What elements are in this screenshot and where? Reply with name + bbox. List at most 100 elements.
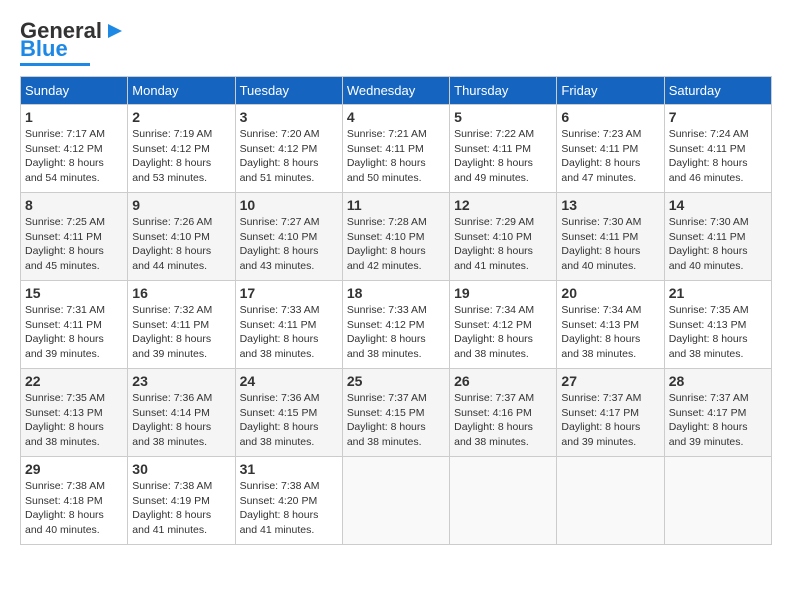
day-number: 8 (25, 197, 123, 213)
calendar-week-row: 15 Sunrise: 7:31 AM Sunset: 4:11 PM Dayl… (21, 281, 772, 369)
sunset-label: Sunset: 4:11 PM (454, 143, 531, 155)
sunset-label: Sunset: 4:10 PM (132, 231, 210, 243)
day-info: Sunrise: 7:28 AM Sunset: 4:10 PM Dayligh… (347, 215, 445, 274)
day-number: 11 (347, 197, 445, 213)
column-header-sunday: Sunday (21, 77, 128, 105)
daylight-label: Daylight: 8 hours and 50 minutes. (347, 157, 426, 184)
calendar-cell: 9 Sunrise: 7:26 AM Sunset: 4:10 PM Dayli… (128, 193, 235, 281)
day-number: 21 (669, 285, 767, 301)
sunrise-label: Sunrise: 7:37 AM (561, 392, 641, 404)
day-number: 13 (561, 197, 659, 213)
day-info: Sunrise: 7:31 AM Sunset: 4:11 PM Dayligh… (25, 303, 123, 362)
day-number: 18 (347, 285, 445, 301)
daylight-label: Daylight: 8 hours and 38 minutes. (669, 333, 748, 360)
sunrise-label: Sunrise: 7:27 AM (240, 216, 320, 228)
sunset-label: Sunset: 4:13 PM (669, 319, 747, 331)
day-number: 3 (240, 109, 338, 125)
calendar-cell: 31 Sunrise: 7:38 AM Sunset: 4:20 PM Dayl… (235, 457, 342, 545)
sunset-label: Sunset: 4:10 PM (347, 231, 425, 243)
sunrise-label: Sunrise: 7:29 AM (454, 216, 534, 228)
sunset-label: Sunset: 4:16 PM (454, 407, 532, 419)
daylight-label: Daylight: 8 hours and 41 minutes. (454, 245, 533, 272)
calendar-cell: 1 Sunrise: 7:17 AM Sunset: 4:12 PM Dayli… (21, 105, 128, 193)
day-info: Sunrise: 7:38 AM Sunset: 4:18 PM Dayligh… (25, 479, 123, 538)
day-number: 6 (561, 109, 659, 125)
calendar-cell (342, 457, 449, 545)
day-info: Sunrise: 7:32 AM Sunset: 4:11 PM Dayligh… (132, 303, 230, 362)
day-info: Sunrise: 7:33 AM Sunset: 4:11 PM Dayligh… (240, 303, 338, 362)
day-info: Sunrise: 7:38 AM Sunset: 4:19 PM Dayligh… (132, 479, 230, 538)
calendar-cell: 13 Sunrise: 7:30 AM Sunset: 4:11 PM Dayl… (557, 193, 664, 281)
sunset-label: Sunset: 4:11 PM (240, 319, 317, 331)
day-number: 28 (669, 373, 767, 389)
calendar-cell: 23 Sunrise: 7:36 AM Sunset: 4:14 PM Dayl… (128, 369, 235, 457)
sunset-label: Sunset: 4:10 PM (240, 231, 318, 243)
sunset-label: Sunset: 4:15 PM (347, 407, 425, 419)
column-header-thursday: Thursday (450, 77, 557, 105)
calendar-cell: 24 Sunrise: 7:36 AM Sunset: 4:15 PM Dayl… (235, 369, 342, 457)
day-info: Sunrise: 7:25 AM Sunset: 4:11 PM Dayligh… (25, 215, 123, 274)
day-number: 7 (669, 109, 767, 125)
calendar-cell: 29 Sunrise: 7:38 AM Sunset: 4:18 PM Dayl… (21, 457, 128, 545)
day-number: 23 (132, 373, 230, 389)
calendar-cell: 12 Sunrise: 7:29 AM Sunset: 4:10 PM Dayl… (450, 193, 557, 281)
day-info: Sunrise: 7:34 AM Sunset: 4:12 PM Dayligh… (454, 303, 552, 362)
day-info: Sunrise: 7:24 AM Sunset: 4:11 PM Dayligh… (669, 127, 767, 186)
calendar-cell: 14 Sunrise: 7:30 AM Sunset: 4:11 PM Dayl… (664, 193, 771, 281)
calendar-cell: 22 Sunrise: 7:35 AM Sunset: 4:13 PM Dayl… (21, 369, 128, 457)
day-info: Sunrise: 7:36 AM Sunset: 4:14 PM Dayligh… (132, 391, 230, 450)
sunrise-label: Sunrise: 7:30 AM (669, 216, 749, 228)
day-number: 16 (132, 285, 230, 301)
logo-arrow-icon (104, 20, 126, 42)
sunrise-label: Sunrise: 7:37 AM (669, 392, 749, 404)
calendar-cell: 16 Sunrise: 7:32 AM Sunset: 4:11 PM Dayl… (128, 281, 235, 369)
daylight-label: Daylight: 8 hours and 47 minutes. (561, 157, 640, 184)
day-info: Sunrise: 7:20 AM Sunset: 4:12 PM Dayligh… (240, 127, 338, 186)
daylight-label: Daylight: 8 hours and 38 minutes. (454, 333, 533, 360)
day-number: 2 (132, 109, 230, 125)
daylight-label: Daylight: 8 hours and 38 minutes. (240, 421, 319, 448)
day-info: Sunrise: 7:37 AM Sunset: 4:15 PM Dayligh… (347, 391, 445, 450)
column-header-monday: Monday (128, 77, 235, 105)
calendar-week-row: 8 Sunrise: 7:25 AM Sunset: 4:11 PM Dayli… (21, 193, 772, 281)
calendar-cell: 5 Sunrise: 7:22 AM Sunset: 4:11 PM Dayli… (450, 105, 557, 193)
sunset-label: Sunset: 4:12 PM (132, 143, 210, 155)
daylight-label: Daylight: 8 hours and 39 minutes. (132, 333, 211, 360)
sunrise-label: Sunrise: 7:25 AM (25, 216, 105, 228)
sunrise-label: Sunrise: 7:36 AM (240, 392, 320, 404)
day-number: 17 (240, 285, 338, 301)
daylight-label: Daylight: 8 hours and 38 minutes. (454, 421, 533, 448)
day-number: 15 (25, 285, 123, 301)
day-info: Sunrise: 7:23 AM Sunset: 4:11 PM Dayligh… (561, 127, 659, 186)
daylight-label: Daylight: 8 hours and 51 minutes. (240, 157, 319, 184)
day-number: 5 (454, 109, 552, 125)
daylight-label: Daylight: 8 hours and 40 minutes. (25, 509, 104, 536)
day-number: 12 (454, 197, 552, 213)
day-info: Sunrise: 7:36 AM Sunset: 4:15 PM Dayligh… (240, 391, 338, 450)
day-info: Sunrise: 7:35 AM Sunset: 4:13 PM Dayligh… (669, 303, 767, 362)
day-info: Sunrise: 7:33 AM Sunset: 4:12 PM Dayligh… (347, 303, 445, 362)
day-number: 14 (669, 197, 767, 213)
daylight-label: Daylight: 8 hours and 49 minutes. (454, 157, 533, 184)
sunrise-label: Sunrise: 7:34 AM (561, 304, 641, 316)
calendar-header-row: SundayMondayTuesdayWednesdayThursdayFrid… (21, 77, 772, 105)
calendar-cell: 4 Sunrise: 7:21 AM Sunset: 4:11 PM Dayli… (342, 105, 449, 193)
sunrise-label: Sunrise: 7:34 AM (454, 304, 534, 316)
daylight-label: Daylight: 8 hours and 38 minutes. (132, 421, 211, 448)
sunrise-label: Sunrise: 7:38 AM (132, 480, 212, 492)
daylight-label: Daylight: 8 hours and 38 minutes. (347, 421, 426, 448)
day-info: Sunrise: 7:35 AM Sunset: 4:13 PM Dayligh… (25, 391, 123, 450)
sunrise-label: Sunrise: 7:33 AM (240, 304, 320, 316)
sunrise-label: Sunrise: 7:32 AM (132, 304, 212, 316)
day-info: Sunrise: 7:30 AM Sunset: 4:11 PM Dayligh… (561, 215, 659, 274)
calendar-cell: 20 Sunrise: 7:34 AM Sunset: 4:13 PM Dayl… (557, 281, 664, 369)
daylight-label: Daylight: 8 hours and 54 minutes. (25, 157, 104, 184)
sunrise-label: Sunrise: 7:30 AM (561, 216, 641, 228)
day-info: Sunrise: 7:37 AM Sunset: 4:17 PM Dayligh… (561, 391, 659, 450)
day-number: 24 (240, 373, 338, 389)
page-header: General Blue (20, 20, 772, 66)
sunset-label: Sunset: 4:17 PM (669, 407, 747, 419)
sunset-label: Sunset: 4:13 PM (561, 319, 639, 331)
sunset-label: Sunset: 4:11 PM (669, 231, 746, 243)
day-info: Sunrise: 7:29 AM Sunset: 4:10 PM Dayligh… (454, 215, 552, 274)
